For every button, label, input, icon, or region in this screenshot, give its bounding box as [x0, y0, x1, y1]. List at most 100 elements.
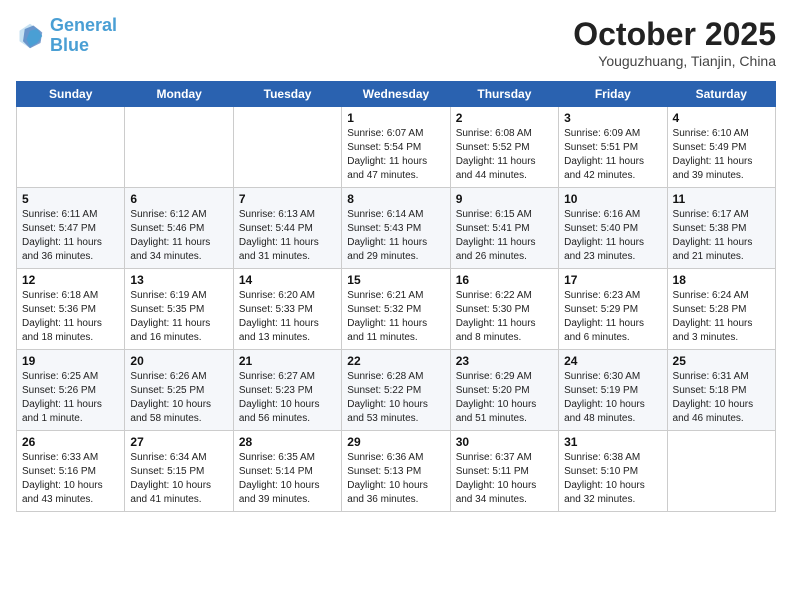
- page-header: General Blue October 2025 Youguzhuang, T…: [16, 16, 776, 69]
- day-number: 14: [239, 273, 336, 287]
- day-number: 21: [239, 354, 336, 368]
- calendar-day-cell: 31 Sunrise: 6:38 AM Sunset: 5:10 PM Dayli…: [559, 431, 667, 512]
- calendar-day-cell: 22Sunrise: 6:28 AM Sunset: 5:22 PM Dayli…: [342, 350, 450, 431]
- day-info: Sunrise: 6:09 AM Sunset: 5:51 PM Dayligh…: [564, 127, 661, 183]
- day-info: Sunrise: 6:29 AM Sunset: 5:20 PM Dayligh…: [456, 370, 553, 426]
- day-info: Sunrise: 6:15 AM Sunset: 5:41 PM Dayligh…: [456, 208, 553, 264]
- day-info: Sunrise: 6:25 AM Sunset: 5:26 PM Dayligh…: [22, 370, 119, 426]
- day-number: 23: [456, 354, 553, 368]
- day-info: Sunrise: 6:18 AM Sunset: 5:36 PM Dayligh…: [22, 289, 119, 345]
- calendar-day-cell: 2 Sunrise: 6:08 AM Sunset: 5:52 PM Daylig…: [450, 107, 558, 188]
- day-number: 1: [347, 111, 444, 125]
- day-number: 24: [564, 354, 661, 368]
- day-info: Sunrise: 6:33 AM Sunset: 5:16 PM Dayligh…: [22, 451, 119, 507]
- calendar-day-cell: 7Sunrise: 6:13 AM Sunset: 5:44 PM Daylig…: [233, 188, 341, 269]
- day-number: 31: [564, 435, 661, 449]
- day-number: 3: [564, 111, 661, 125]
- day-info: Sunrise: 6:16 AM Sunset: 5:40 PM Dayligh…: [564, 208, 661, 264]
- calendar-day-cell: 8Sunrise: 6:14 AM Sunset: 5:43 PM Daylig…: [342, 188, 450, 269]
- calendar-day-cell: 14 Sunrise: 6:20 AM Sunset: 5:33 PM Dayli…: [233, 269, 341, 350]
- day-info: Sunrise: 6:35 AM Sunset: 5:14 PM Dayligh…: [239, 451, 336, 507]
- day-info: Sunrise: 6:20 AM Sunset: 5:33 PM Dayligh…: [239, 289, 336, 345]
- day-info: Sunrise: 6:31 AM Sunset: 5:18 PM Dayligh…: [673, 370, 770, 426]
- calendar-day-cell: 16 Sunrise: 6:22 AM Sunset: 5:30 PM Dayli…: [450, 269, 558, 350]
- weekday-header: Friday: [559, 82, 667, 107]
- calendar-day-cell: 11Sunrise: 6:17 AM Sunset: 5:38 PM Dayli…: [667, 188, 775, 269]
- day-number: 18: [673, 273, 770, 287]
- day-number: 13: [130, 273, 227, 287]
- calendar-day-cell: 28 Sunrise: 6:35 AM Sunset: 5:14 PM Dayli…: [233, 431, 341, 512]
- day-info: Sunrise: 6:37 AM Sunset: 5:11 PM Dayligh…: [456, 451, 553, 507]
- day-info: Sunrise: 6:14 AM Sunset: 5:43 PM Dayligh…: [347, 208, 444, 264]
- calendar-week-row: 19 Sunrise: 6:25 AM Sunset: 5:26 PM Dayli…: [17, 350, 776, 431]
- calendar-day-cell: 1 Sunrise: 6:07 AM Sunset: 5:54 PM Daylig…: [342, 107, 450, 188]
- calendar-day-cell: 29Sunrise: 6:36 AM Sunset: 5:13 PM Dayli…: [342, 431, 450, 512]
- title-block: October 2025 Youguzhuang, Tianjin, China: [573, 16, 776, 69]
- day-info: Sunrise: 6:07 AM Sunset: 5:54 PM Dayligh…: [347, 127, 444, 183]
- day-number: 6: [130, 192, 227, 206]
- calendar-day-cell: [17, 107, 125, 188]
- weekday-header: Thursday: [450, 82, 558, 107]
- day-info: Sunrise: 6:12 AM Sunset: 5:46 PM Dayligh…: [130, 208, 227, 264]
- calendar-day-cell: 13 Sunrise: 6:19 AM Sunset: 5:35 PM Dayli…: [125, 269, 233, 350]
- calendar-day-cell: 10 Sunrise: 6:16 AM Sunset: 5:40 PM Dayli…: [559, 188, 667, 269]
- calendar-day-cell: 4 Sunrise: 6:10 AM Sunset: 5:49 PM Daylig…: [667, 107, 775, 188]
- day-info: Sunrise: 6:17 AM Sunset: 5:38 PM Dayligh…: [673, 208, 770, 264]
- day-number: 27: [130, 435, 227, 449]
- day-number: 10: [564, 192, 661, 206]
- calendar-day-cell: 21 Sunrise: 6:27 AM Sunset: 5:23 PM Dayli…: [233, 350, 341, 431]
- day-info: Sunrise: 6:08 AM Sunset: 5:52 PM Dayligh…: [456, 127, 553, 183]
- day-number: 4: [673, 111, 770, 125]
- weekday-header-row: SundayMondayTuesdayWednesdayThursdayFrid…: [17, 82, 776, 107]
- weekday-header: Saturday: [667, 82, 775, 107]
- day-info: Sunrise: 6:21 AM Sunset: 5:32 PM Dayligh…: [347, 289, 444, 345]
- calendar-week-row: 26 Sunrise: 6:33 AM Sunset: 5:16 PM Dayli…: [17, 431, 776, 512]
- day-info: Sunrise: 6:23 AM Sunset: 5:29 PM Dayligh…: [564, 289, 661, 345]
- calendar-day-cell: 20 Sunrise: 6:26 AM Sunset: 5:25 PM Dayli…: [125, 350, 233, 431]
- day-number: 12: [22, 273, 119, 287]
- day-info: Sunrise: 6:10 AM Sunset: 5:49 PM Dayligh…: [673, 127, 770, 183]
- day-number: 26: [22, 435, 119, 449]
- calendar-day-cell: 3 Sunrise: 6:09 AM Sunset: 5:51 PM Daylig…: [559, 107, 667, 188]
- calendar-day-cell: 30 Sunrise: 6:37 AM Sunset: 5:11 PM Dayli…: [450, 431, 558, 512]
- weekday-header: Monday: [125, 82, 233, 107]
- day-number: 2: [456, 111, 553, 125]
- day-info: Sunrise: 6:19 AM Sunset: 5:35 PM Dayligh…: [130, 289, 227, 345]
- day-info: Sunrise: 6:26 AM Sunset: 5:25 PM Dayligh…: [130, 370, 227, 426]
- day-number: 20: [130, 354, 227, 368]
- day-info: Sunrise: 6:13 AM Sunset: 5:44 PM Dayligh…: [239, 208, 336, 264]
- calendar-day-cell: 24 Sunrise: 6:30 AM Sunset: 5:19 PM Dayli…: [559, 350, 667, 431]
- logo-icon: [16, 22, 44, 50]
- calendar-day-cell: 17Sunrise: 6:23 AM Sunset: 5:29 PM Dayli…: [559, 269, 667, 350]
- logo-text: General Blue: [50, 16, 117, 56]
- calendar-week-row: 1 Sunrise: 6:07 AM Sunset: 5:54 PM Daylig…: [17, 107, 776, 188]
- day-info: Sunrise: 6:27 AM Sunset: 5:23 PM Dayligh…: [239, 370, 336, 426]
- day-info: Sunrise: 6:30 AM Sunset: 5:19 PM Dayligh…: [564, 370, 661, 426]
- day-number: 25: [673, 354, 770, 368]
- logo: General Blue: [16, 16, 117, 56]
- calendar: SundayMondayTuesdayWednesdayThursdayFrid…: [16, 81, 776, 512]
- calendar-week-row: 5Sunrise: 6:11 AM Sunset: 5:47 PM Daylig…: [17, 188, 776, 269]
- day-info: Sunrise: 6:38 AM Sunset: 5:10 PM Dayligh…: [564, 451, 661, 507]
- day-number: 30: [456, 435, 553, 449]
- day-number: 16: [456, 273, 553, 287]
- calendar-day-cell: 12 Sunrise: 6:18 AM Sunset: 5:36 PM Dayli…: [17, 269, 125, 350]
- calendar-day-cell: 26 Sunrise: 6:33 AM Sunset: 5:16 PM Dayli…: [17, 431, 125, 512]
- day-number: 19: [22, 354, 119, 368]
- calendar-day-cell: 19 Sunrise: 6:25 AM Sunset: 5:26 PM Dayli…: [17, 350, 125, 431]
- weekday-header: Wednesday: [342, 82, 450, 107]
- day-info: Sunrise: 6:34 AM Sunset: 5:15 PM Dayligh…: [130, 451, 227, 507]
- day-number: 15: [347, 273, 444, 287]
- day-info: Sunrise: 6:28 AM Sunset: 5:22 PM Dayligh…: [347, 370, 444, 426]
- day-info: Sunrise: 6:24 AM Sunset: 5:28 PM Dayligh…: [673, 289, 770, 345]
- location: Youguzhuang, Tianjin, China: [573, 53, 776, 69]
- calendar-day-cell: 18 Sunrise: 6:24 AM Sunset: 5:28 PM Dayli…: [667, 269, 775, 350]
- calendar-week-row: 12 Sunrise: 6:18 AM Sunset: 5:36 PM Dayli…: [17, 269, 776, 350]
- calendar-day-cell: [233, 107, 341, 188]
- calendar-day-cell: 6 Sunrise: 6:12 AM Sunset: 5:46 PM Daylig…: [125, 188, 233, 269]
- month-title: October 2025: [573, 16, 776, 53]
- day-number: 28: [239, 435, 336, 449]
- day-info: Sunrise: 6:36 AM Sunset: 5:13 PM Dayligh…: [347, 451, 444, 507]
- day-number: 5: [22, 192, 119, 206]
- day-info: Sunrise: 6:22 AM Sunset: 5:30 PM Dayligh…: [456, 289, 553, 345]
